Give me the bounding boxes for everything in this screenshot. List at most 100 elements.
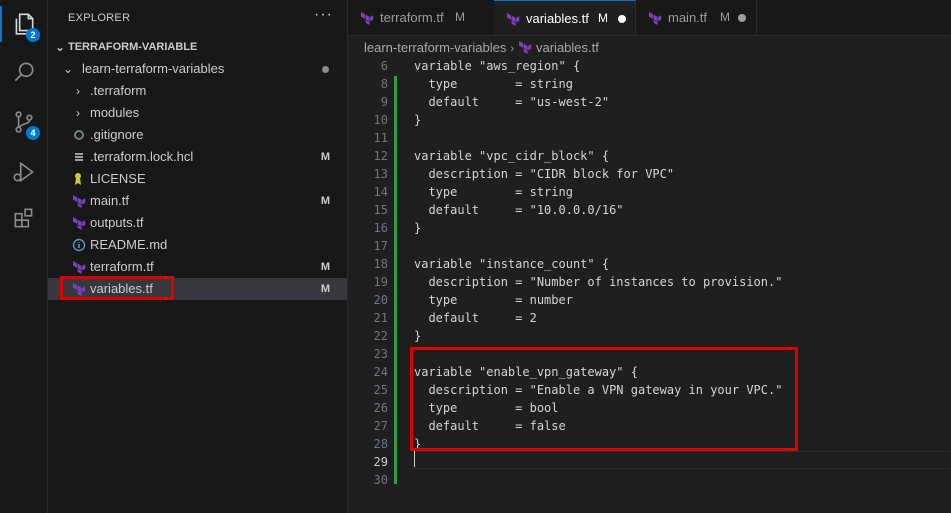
terraform-icon (506, 12, 520, 26)
chevron-down-icon: ⌄ (62, 62, 74, 76)
line-number: 13 (373, 167, 388, 181)
chevron-down-icon: ⌄ (54, 40, 66, 54)
tree-item-terraform-tf[interactable]: terraform.tf M (48, 256, 347, 278)
line-number: 22 (373, 329, 388, 343)
line-number: 23 (373, 347, 388, 361)
terraform-icon (72, 260, 86, 274)
modified-dot (322, 66, 329, 73)
line-number: 29 (373, 455, 388, 469)
git-status-badge: M (320, 261, 330, 273)
list-file-icon (72, 150, 86, 164)
tree-item-main-tf[interactable]: main.tf M (48, 190, 347, 212)
gear-icon (72, 128, 86, 142)
workspace-root[interactable]: ⌄ TERRAFORM-VARIABLE (48, 36, 347, 58)
line-number: 20 (373, 293, 388, 307)
line-number: 27 (373, 419, 388, 433)
extensions-button[interactable] (0, 196, 47, 240)
terraform-icon (72, 194, 86, 208)
tab-label: main.tf (668, 10, 708, 25)
extensions-icon (14, 208, 32, 228)
terraform-icon (360, 11, 374, 25)
tab-variables-tf[interactable]: variables.tf M (494, 0, 636, 35)
line-number: 24 (373, 365, 388, 379)
tree-item-readme[interactable]: README.md (48, 234, 347, 256)
line-number: 26 (373, 401, 388, 415)
tree-item-label: outputs.tf (90, 215, 144, 230)
code-text: type = string (414, 185, 573, 199)
tree-item-label: .gitignore (90, 127, 144, 142)
tab-terraform-tf[interactable]: terraform.tf M (348, 0, 495, 35)
code-line[interactable]: 11 (348, 129, 951, 147)
source-control-badge: 4 (26, 126, 40, 140)
git-status-badge: M (320, 283, 330, 295)
code-text: variable "instance_count" { (414, 257, 610, 271)
tree-item-license[interactable]: LICENSE (48, 168, 347, 190)
tree-item-label: .terraform (90, 83, 147, 98)
line-number: 30 (373, 473, 388, 487)
tree-item-terraform-folder[interactable]: › .terraform (48, 80, 347, 102)
line-number: 6 (380, 59, 388, 73)
tree-item-label: .terraform.lock.hcl (90, 149, 194, 164)
explorer-sidebar: EXPLORER ··· ⌄ TERRAFORM-VARIABLE ⌄ lear… (48, 0, 348, 513)
search-button[interactable] (0, 50, 47, 94)
code-line[interactable]: 22} (348, 327, 951, 345)
code-text: type = number (414, 293, 573, 307)
code-text: variable "vpc_cidr_block" { (414, 149, 610, 163)
unsaved-dot[interactable] (618, 15, 626, 23)
workspace-root-label: TERRAFORM-VARIABLE (68, 41, 198, 53)
code-text: variable "aws_region" { (414, 59, 581, 73)
code-line[interactable]: 8 type = string (348, 75, 951, 93)
code-line[interactable]: 15 default = "10.0.0.0/16" (348, 201, 951, 219)
code-text: } (414, 221, 422, 235)
line-number: 14 (373, 185, 388, 199)
tree-item-modules[interactable]: › modules (48, 102, 347, 124)
breadcrumb-folder[interactable]: learn-terraform-variables (364, 40, 506, 55)
tree-item-terraform-lock[interactable]: .terraform.lock.hcl M (48, 146, 347, 168)
explorer-button[interactable]: 2 (0, 2, 47, 46)
chevron-right-icon: › (76, 106, 80, 120)
code-line[interactable]: 19 description = "Number of instances to… (348, 273, 951, 291)
breadcrumb-file[interactable]: variables.tf (536, 40, 599, 55)
folder-learn-terraform-variables[interactable]: ⌄ learn-terraform-variables (48, 58, 347, 80)
tab-main-tf[interactable]: main.tf M (636, 0, 757, 35)
activity-bar: 2 4 (0, 0, 48, 513)
line-number: 9 (380, 95, 388, 109)
code-line[interactable]: 18 variable "instance_count" { (348, 255, 951, 273)
more-actions-button[interactable]: ··· (314, 6, 333, 24)
highlight-box-sidebar (60, 276, 174, 300)
code-line[interactable]: 17 (348, 237, 951, 255)
run-debug-button[interactable] (0, 150, 47, 194)
code-text: } (414, 113, 422, 127)
license-icon (72, 172, 86, 186)
breadcrumb: learn-terraform-variables › variables.tf (364, 38, 599, 58)
code-line[interactable]: 29 (348, 453, 951, 471)
git-status-badge: M (320, 151, 330, 163)
tree-item-label: modules (90, 105, 140, 120)
git-status-badge: M (320, 195, 330, 207)
code-line[interactable]: 20 type = number (348, 291, 951, 309)
code-text: } (414, 329, 422, 343)
tab-modified-badge: M (455, 10, 465, 24)
line-number: 18 (373, 257, 388, 271)
explorer-badge: 2 (26, 28, 40, 42)
code-line[interactable]: 10} (348, 111, 951, 129)
tree-item-gitignore[interactable]: .gitignore (48, 124, 347, 146)
line-number: 12 (373, 149, 388, 163)
tree-item-label: main.tf (90, 193, 130, 208)
code-line[interactable]: 9 default = "us-west-2" (348, 93, 951, 111)
code-line[interactable]: 21 default = 2 (348, 309, 951, 327)
tree-item-outputs-tf[interactable]: outputs.tf (48, 212, 347, 234)
unsaved-dot[interactable] (738, 14, 746, 22)
tab-label: terraform.tf (380, 10, 444, 25)
code-line[interactable]: 6 variable "aws_region" { (348, 58, 951, 75)
code-text: description = "Number of instances to pr… (414, 275, 783, 289)
tree-item-label: LICENSE (90, 171, 146, 186)
source-control-button[interactable]: 4 (0, 100, 47, 144)
code-line[interactable]: 14 type = string (348, 183, 951, 201)
code-line[interactable]: 30 (348, 471, 951, 489)
code-line[interactable]: 16} (348, 219, 951, 237)
code-line[interactable]: 13 description = "CIDR block for VPC" (348, 165, 951, 183)
code-line[interactable]: 12 variable "vpc_cidr_block" { (348, 147, 951, 165)
line-number: 11 (373, 131, 388, 145)
code-text: default = 2 (414, 311, 537, 325)
